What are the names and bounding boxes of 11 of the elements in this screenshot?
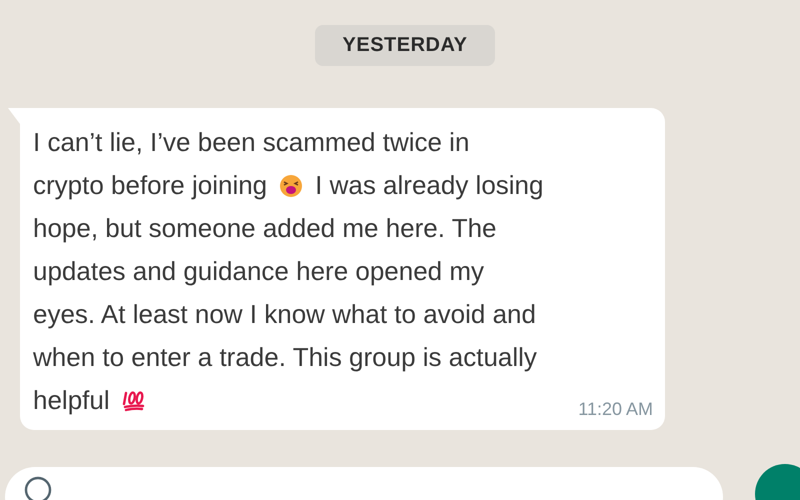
message-text: updates and guidance here opened my bbox=[33, 256, 484, 287]
message-time: 11:20 AM bbox=[578, 399, 653, 421]
message-text: hope, but someone added me here. The bbox=[33, 213, 497, 244]
message-text: helpful bbox=[33, 385, 110, 416]
message-text: crypto before joining bbox=[33, 170, 268, 201]
tired-face-icon bbox=[279, 174, 304, 198]
hundred-points-icon bbox=[122, 388, 146, 412]
message-text: eyes. At least now I know what to avoid and bbox=[33, 299, 536, 330]
message-text: when to enter a trade. This group is actually bbox=[33, 342, 537, 373]
message-text: I can’t lie, I’ve been scammed twice in bbox=[33, 127, 470, 158]
message-text: I was already losing bbox=[315, 170, 544, 201]
